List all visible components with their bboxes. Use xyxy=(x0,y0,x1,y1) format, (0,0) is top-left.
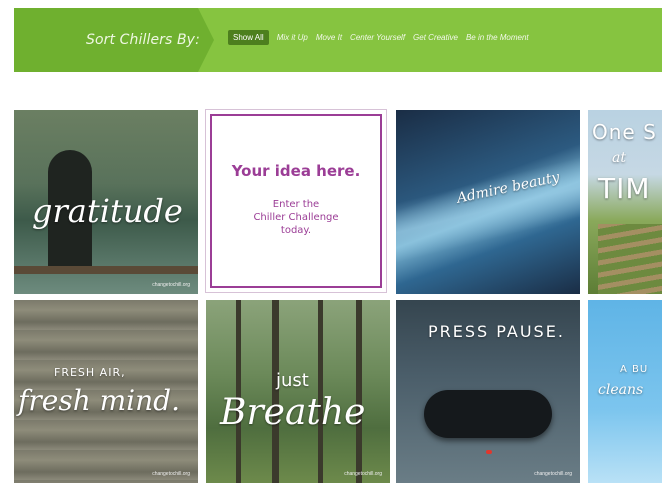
tile-text-line: A BU xyxy=(620,364,649,375)
sort-label: Sort Chillers By: xyxy=(86,32,200,48)
tile-text-line: Breathe xyxy=(220,392,366,433)
chiller-tile-just-breathe[interactable]: just Breathe changetochill.org xyxy=(206,300,390,483)
tile-credit: changetochill.org xyxy=(152,282,190,288)
idea-subtitle-line: today. xyxy=(280,225,312,236)
header-bar: Sort Chillers By: Show All Mix it Up Mov… xyxy=(0,0,662,74)
chiller-tile-your-idea[interactable]: Your idea here. Enter the Chiller Challe… xyxy=(206,110,386,292)
tile-text: gratitude xyxy=(32,192,183,230)
filter-center-yourself[interactable]: Center Yourself xyxy=(350,33,405,42)
chiller-tile-press-pause[interactable]: PRESS PAUSE. changetochill.org xyxy=(396,300,580,483)
tile-text-line: cleans xyxy=(598,382,644,398)
chiller-tile-admire-beauty[interactable]: Admire beauty xyxy=(396,110,580,294)
filter-move-it[interactable]: Move It xyxy=(316,33,342,42)
filter-show-all[interactable]: Show All xyxy=(228,30,269,45)
tile-text-line: fresh mind. xyxy=(18,384,180,417)
bench xyxy=(14,266,198,274)
filter-be-in-the-moment[interactable]: Be in the Moment xyxy=(466,33,529,42)
tile-text-line: just xyxy=(276,370,309,391)
tile-credit: changetochill.org xyxy=(534,471,572,477)
idea-subtitle-line: Chiller Challenge xyxy=(253,212,339,223)
idea-subtitle: Enter the Chiller Challenge today. xyxy=(212,198,380,237)
tile-credit: changetochill.org xyxy=(344,471,382,477)
stairs xyxy=(598,224,662,294)
tile-credit: changetochill.org xyxy=(152,471,190,477)
tile-text-line: FRESH AIR, xyxy=(54,366,126,379)
game-controller xyxy=(424,390,552,438)
tile-text-line: TIM xyxy=(598,172,651,205)
filter-mix-it-up[interactable]: Mix it Up xyxy=(277,33,308,42)
idea-subtitle-line: Enter the xyxy=(272,199,320,210)
filter-list: Show All Mix it Up Move It Center Yourse… xyxy=(228,30,529,45)
controller-light xyxy=(486,450,492,454)
tile-text-line: at xyxy=(612,150,626,166)
chiller-tile-gratitude[interactable]: gratitude changetochill.org xyxy=(14,110,198,294)
filter-get-creative[interactable]: Get Creative xyxy=(413,33,458,42)
chiller-tile-fresh-air[interactable]: FRESH AIR, fresh mind. changetochill.org xyxy=(14,300,198,483)
tile-text: PRESS PAUSE. xyxy=(428,322,565,341)
tile-text-line: One S xyxy=(592,120,657,144)
idea-title: Your idea here. xyxy=(231,162,361,180)
chiller-tile-one-step[interactable]: One S at TIM xyxy=(588,110,662,294)
idea-frame: Your idea here. Enter the Chiller Challe… xyxy=(210,114,382,288)
chiller-tile-bubble[interactable]: A BU cleans xyxy=(588,300,662,483)
